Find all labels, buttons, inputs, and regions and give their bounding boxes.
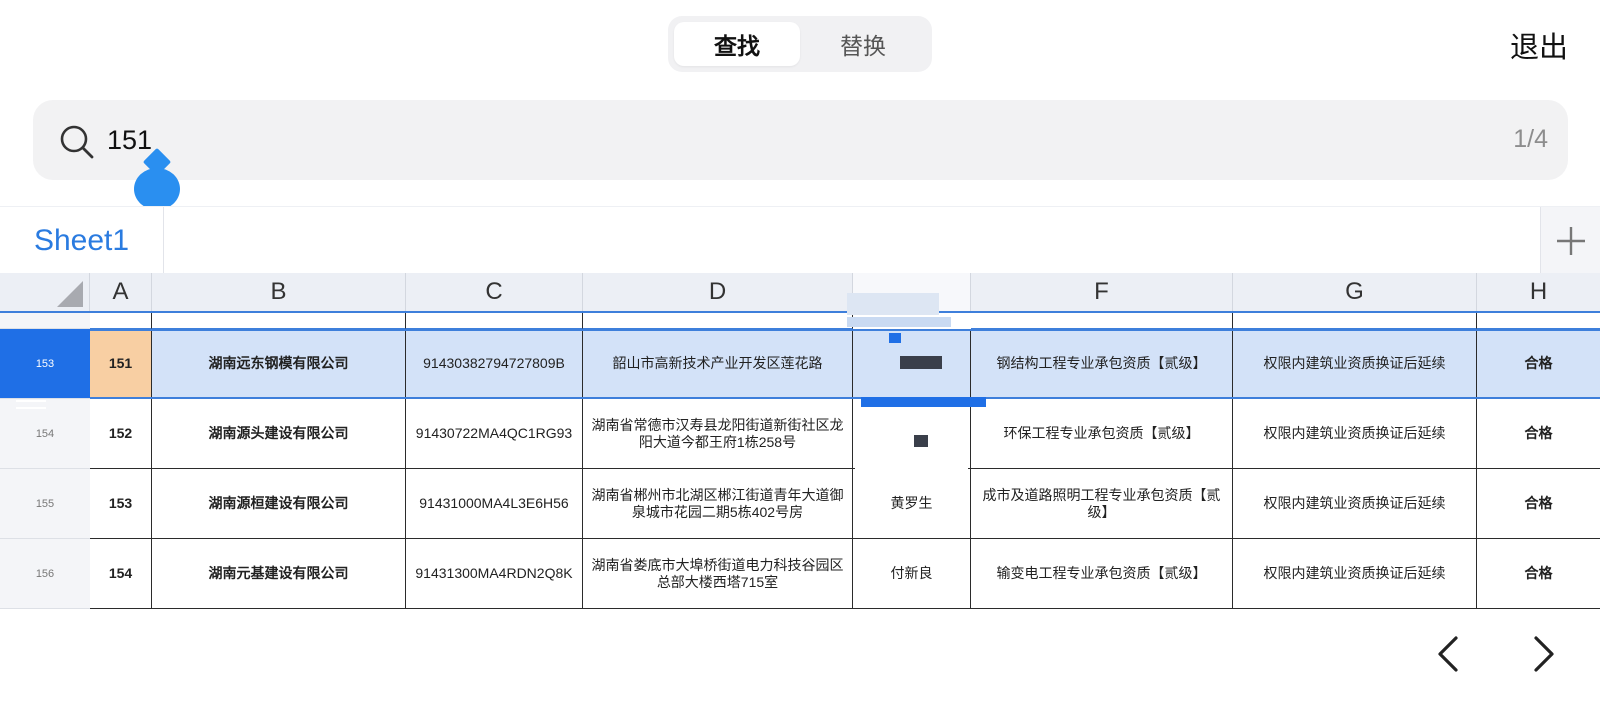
row-header-156[interactable]: 156 bbox=[0, 539, 90, 609]
cell-g156[interactable]: 权限内建筑业资质换证后延续 bbox=[1233, 539, 1477, 609]
sheet-tab[interactable]: Sheet1 bbox=[0, 207, 164, 274]
cell-b156[interactable]: 湖南元基建设有限公司 bbox=[152, 539, 406, 609]
row-header-155[interactable]: 155 bbox=[0, 469, 90, 539]
partial-cell bbox=[90, 313, 152, 329]
cell-h156[interactable]: 合格 bbox=[1477, 539, 1600, 609]
select-all-corner[interactable] bbox=[0, 273, 90, 311]
column-header-d[interactable]: D bbox=[583, 273, 853, 311]
cell-d154[interactable]: 湖南省常德市汉寿县龙阳街道新街社区龙阳大道今都王府1栋258号 bbox=[583, 399, 853, 469]
cell-c154[interactable]: 91430722MA4QC1RG93 bbox=[406, 399, 583, 469]
cell-e155[interactable]: 黄罗生 bbox=[853, 469, 971, 539]
tab-replace[interactable]: 替换 bbox=[800, 22, 926, 66]
cell-g154[interactable]: 权限内建筑业资质换证后延续 bbox=[1233, 399, 1477, 469]
cell-c156[interactable]: 91431300MA4RDN2Q8K bbox=[406, 539, 583, 609]
cell-f153[interactable]: 钢结构工程专业承包资质【贰级】 bbox=[971, 329, 1233, 399]
partial-cell bbox=[1233, 313, 1477, 329]
find-replace-switch: 查找 替换 bbox=[668, 16, 932, 72]
partial-cell bbox=[1477, 313, 1600, 329]
cell-a154[interactable]: 152 bbox=[90, 399, 152, 469]
row-header-partial bbox=[0, 313, 90, 329]
cell-a153[interactable]: 151 bbox=[90, 329, 152, 399]
cell-c155[interactable]: 91431000MA4L3E6H56 bbox=[406, 469, 583, 539]
cell-b153[interactable]: 湖南远东钢模有限公司 bbox=[152, 329, 406, 399]
cell-b154[interactable]: 湖南源头建设有限公司 bbox=[152, 399, 406, 469]
cell-d156[interactable]: 湖南省娄底市大埠桥街道电力科技谷园区总部大楼西塔715室 bbox=[583, 539, 853, 609]
match-counter: 1/4 bbox=[1513, 125, 1548, 153]
search-input[interactable] bbox=[107, 118, 1307, 162]
cell-c153[interactable]: 91430382794727809B bbox=[406, 329, 583, 399]
cell-d155[interactable]: 湖南省郴州市北湖区郴江街道青年大道御泉城市花园二期5栋402号房 bbox=[583, 469, 853, 539]
cell-e154[interactable] bbox=[853, 399, 971, 469]
cell-h154[interactable]: 合格 bbox=[1477, 399, 1600, 469]
redaction-patch bbox=[847, 293, 939, 315]
text-cursor-handle[interactable] bbox=[134, 168, 180, 210]
cell-h153[interactable]: 合格 bbox=[1477, 329, 1600, 399]
cell-f155[interactable]: 成市及道路照明工程专业承包资质【贰级】 bbox=[971, 469, 1233, 539]
redaction-patch bbox=[855, 463, 968, 471]
search-icon bbox=[60, 125, 94, 159]
row-header-154[interactable]: 154 bbox=[0, 399, 90, 469]
redaction-patch bbox=[889, 333, 901, 343]
cell-f156[interactable]: 输变电工程专业承包资质【贰级】 bbox=[971, 539, 1233, 609]
row-resize-handle-line bbox=[16, 407, 46, 409]
column-header-c[interactable]: C bbox=[406, 273, 583, 311]
cell-e156[interactable]: 付新良 bbox=[853, 539, 971, 609]
search-bar: 1/4 bbox=[33, 100, 1568, 180]
column-header-b[interactable]: B bbox=[152, 273, 406, 311]
find-replace-screen: 查找 替换 退出 1/4 Sheet1 A B C D F G H bbox=[0, 0, 1600, 723]
cell-b155[interactable]: 湖南源桓建设有限公司 bbox=[152, 469, 406, 539]
chevron-right-icon[interactable] bbox=[1522, 632, 1566, 676]
cell-a156[interactable]: 154 bbox=[90, 539, 152, 609]
cell-g155[interactable]: 权限内建筑业资质换证后延续 bbox=[1233, 469, 1477, 539]
column-header-h[interactable]: H bbox=[1477, 273, 1600, 311]
partial-cell bbox=[406, 313, 583, 329]
partial-cell bbox=[971, 313, 1233, 329]
cell-g153[interactable]: 权限内建筑业资质换证后延续 bbox=[1233, 329, 1477, 399]
column-header-f[interactable]: F bbox=[971, 273, 1233, 311]
exit-button[interactable]: 退出 bbox=[1510, 24, 1568, 66]
redaction-patch bbox=[847, 317, 951, 327]
corner-triangle-icon bbox=[57, 281, 83, 307]
redaction-patch bbox=[900, 356, 942, 369]
partial-cell bbox=[583, 313, 853, 329]
add-sheet-button[interactable] bbox=[1540, 207, 1600, 274]
spreadsheet-grid: A B C D F G H 153 151 湖南远东钢模有限公司 9143038… bbox=[0, 273, 1600, 609]
column-header-g[interactable]: G bbox=[1233, 273, 1477, 311]
cell-a155[interactable]: 153 bbox=[90, 469, 152, 539]
plus-icon bbox=[1556, 226, 1585, 255]
cell-h155[interactable]: 合格 bbox=[1477, 469, 1600, 539]
cell-d153[interactable]: 韶山市高新技术产业开发区莲花路 bbox=[583, 329, 853, 399]
redaction-patch bbox=[914, 435, 928, 447]
column-header-a[interactable]: A bbox=[90, 273, 152, 311]
row-header-153[interactable]: 153 bbox=[0, 329, 90, 399]
cell-f154[interactable]: 环保工程专业承包资质【贰级】 bbox=[971, 399, 1233, 469]
redaction-patch bbox=[861, 397, 986, 407]
sheet-tab-bar: Sheet1 bbox=[0, 206, 1600, 274]
chevron-left-icon[interactable] bbox=[1428, 632, 1472, 676]
row-resize-handle[interactable] bbox=[16, 400, 46, 402]
tab-find[interactable]: 查找 bbox=[674, 22, 800, 66]
partial-cell bbox=[152, 313, 406, 329]
